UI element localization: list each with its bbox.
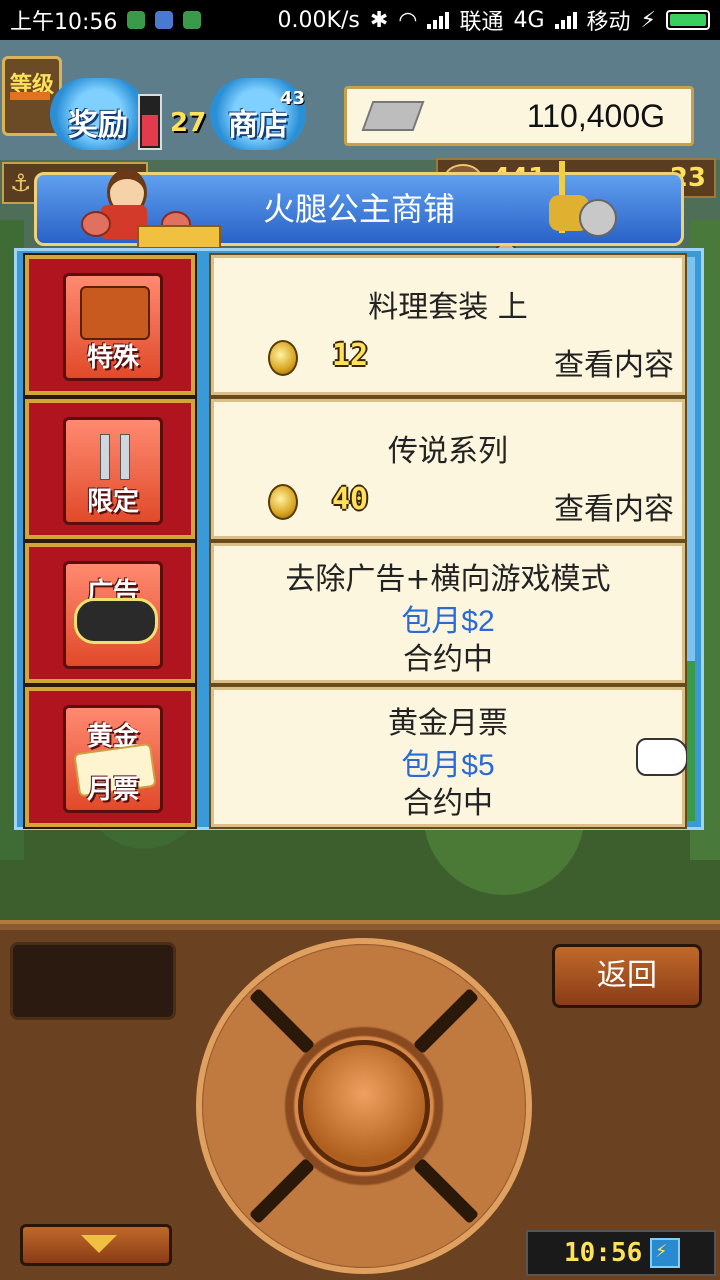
crossed-swords-icon — [80, 430, 146, 480]
category-limited-icon: 限定 — [23, 397, 197, 541]
category-special-icon: 特殊 — [23, 253, 197, 397]
contract-status: 合约中 — [403, 642, 493, 677]
scroll-down-button[interactable] — [20, 1224, 172, 1266]
signal-icon — [427, 11, 450, 29]
dpad-divider — [248, 987, 316, 1055]
gold-coin-icon — [268, 484, 298, 520]
app-notification-icon — [183, 11, 202, 29]
category-label: 月票 — [86, 775, 139, 805]
app-notification-icon — [127, 11, 146, 29]
game-clock: 10:56 — [526, 1230, 716, 1276]
network-speed: 0.00K/s — [277, 7, 360, 33]
back-button[interactable]: 返回 — [552, 944, 702, 1008]
signal-icon — [554, 11, 577, 29]
stamina-gauge — [138, 94, 162, 150]
top-small-value: 43 — [280, 88, 306, 109]
status-time: 上午10:56 — [10, 10, 118, 35]
category-gold-pass-icon: 黄金 月票 — [23, 685, 197, 829]
item-price: 12 — [332, 338, 369, 373]
category-label: 特殊 — [86, 343, 139, 373]
pointing-hand-icon — [636, 738, 688, 776]
scrollbar-thumb[interactable] — [687, 661, 695, 821]
shop-item-row[interactable]: 限定 传说系列 40 查看内容 — [23, 397, 687, 541]
shop-item-list[interactable]: 特殊 料理套装 上 12 查看内容 限定 传说系列 40 查看内容 广告 去除广… — [14, 248, 704, 830]
wifi-icon: ◠ — [398, 7, 418, 33]
silver-bar-icon — [361, 101, 425, 131]
item-price: 40 — [332, 482, 369, 517]
shop-label: 商店 — [228, 108, 288, 143]
item-name: 传说系列 — [388, 434, 508, 469]
shop-header: 火腿公主商铺 — [34, 161, 684, 249]
shop-item-row[interactable]: 广告 去除广告+横向游戏模式 包月$2 合约中 — [23, 541, 687, 685]
battery-bolt-icon — [650, 1238, 681, 1268]
app-notification-icon — [155, 11, 174, 29]
category-label: 限定 — [86, 487, 139, 517]
carrier-label: 联通 — [459, 10, 504, 35]
carrier-label: 移动 — [586, 10, 631, 35]
view-contents-button[interactable]: 查看内容 — [554, 340, 674, 384]
controller-panel: 返回 10:56 — [0, 920, 720, 1280]
confirm-button[interactable] — [298, 1040, 430, 1172]
network-type: 4G — [513, 7, 545, 33]
status-bar: 上午10:56 0.00K/s ✱ ◠ 联通 4G 移动 ⚡ — [0, 0, 720, 40]
shop-item-panel[interactable]: 去除广告+横向游戏模式 包月$2 合约中 — [209, 541, 687, 685]
treasure-chest-icon — [80, 286, 150, 340]
battery-icon — [666, 10, 710, 30]
rank-progress-bar — [10, 92, 50, 100]
dpad-divider — [412, 1157, 480, 1225]
clock-time: 10:56 — [564, 1238, 643, 1268]
bluetooth-icon: ✱ — [369, 7, 389, 33]
dpad-divider — [412, 987, 480, 1055]
mini-screen — [10, 942, 176, 1020]
contract-status: 合约中 — [403, 786, 493, 821]
gold-amount: 110,400G — [526, 97, 665, 134]
dpad-divider — [248, 1157, 316, 1225]
shop-item-row[interactable]: 特殊 料理套装 上 12 查看内容 — [23, 253, 687, 397]
item-name: 料理套装 上 — [368, 290, 528, 325]
shop-item-panel[interactable]: 传说系列 40 查看内容 — [209, 397, 687, 541]
category-ad-icon: 广告 — [23, 541, 197, 685]
level-value: 27 — [170, 108, 207, 138]
reward-button[interactable]: 奖励 — [50, 78, 146, 150]
shop-item-panel[interactable]: 料理套装 上 12 查看内容 — [209, 253, 687, 397]
shop-item-row[interactable]: 黄金 月票 黄金月票 包月$5 合约中 — [23, 685, 688, 829]
item-name: 黄金月票 — [388, 706, 508, 741]
view-contents-button[interactable]: 查看内容 — [554, 484, 674, 528]
reward-label: 奖励 — [68, 108, 128, 143]
charging-icon: ⚡ — [640, 7, 656, 33]
item-name: 去除广告+横向游戏模式 — [285, 562, 611, 597]
shop-item-panel[interactable]: 黄金月票 包月$5 合约中 — [209, 685, 688, 829]
knight-icon — [541, 161, 617, 241]
gold-panel: 110,400G — [344, 86, 694, 146]
gold-coin-icon — [268, 340, 298, 376]
top-hud: 等级 奖励 27 商店 43 110,400G ⚓ 停泊中 441 23 — [0, 42, 720, 278]
ad-device-icon — [74, 598, 158, 644]
anchor-icon: ⚓ — [10, 169, 32, 197]
dpad[interactable] — [196, 938, 532, 1274]
